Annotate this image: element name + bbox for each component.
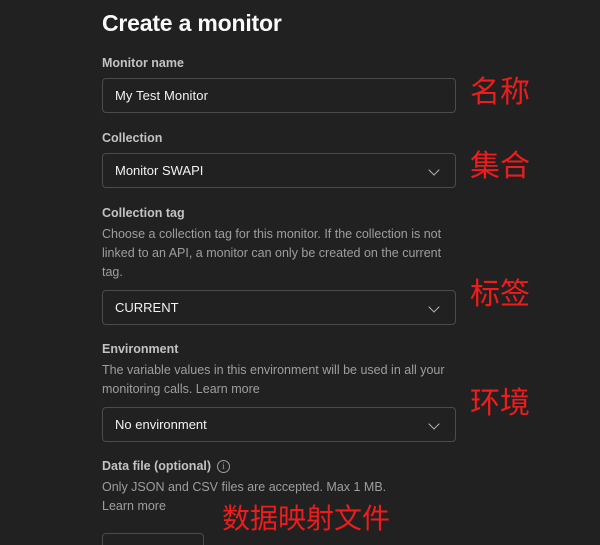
monitor-name-input[interactable] xyxy=(102,78,456,113)
chevron-down-icon xyxy=(429,419,441,431)
annotation-data-file: 数据映射文件 xyxy=(222,502,391,535)
field-environment: Environment The variable values in this … xyxy=(102,341,456,442)
form-content: Create a monitor Monitor name Collection… xyxy=(102,0,456,545)
annotation-name: 名称 xyxy=(470,75,530,110)
environment-selected-value: No environment xyxy=(115,417,207,432)
chevron-down-icon xyxy=(429,302,441,314)
data-file-description-line1: Only JSON and CSV files are accepted. Ma… xyxy=(102,480,387,494)
field-collection: Collection Monitor SWAPI xyxy=(102,130,456,188)
info-circle-icon[interactable]: i xyxy=(217,460,231,473)
monitor-name-label: Monitor name xyxy=(102,56,184,70)
create-monitor-page: Create a monitor Monitor name Collection… xyxy=(0,0,600,545)
field-collection-tag: Collection tag Choose a collection tag f… xyxy=(102,205,456,325)
collection-tag-label: Collection tag xyxy=(102,206,185,220)
collection-label: Collection xyxy=(102,131,163,145)
annotation-collection: 集合 xyxy=(470,149,530,184)
page-title: Create a monitor xyxy=(102,10,282,36)
chevron-down-icon xyxy=(429,165,441,177)
environment-description: The variable values in this environment … xyxy=(102,363,445,396)
collection-selected-value: Monitor SWAPI xyxy=(115,163,204,178)
collection-tag-selected-value: CURRENT xyxy=(115,300,179,315)
environment-label: Environment xyxy=(102,342,179,356)
collection-select[interactable]: Monitor SWAPI xyxy=(102,153,456,188)
environment-select[interactable]: No environment xyxy=(102,407,456,442)
select-file-button[interactable]: Select File xyxy=(102,533,205,545)
collection-tag-select[interactable]: CURRENT xyxy=(102,290,456,325)
annotation-environment: 环境 xyxy=(470,386,530,421)
field-monitor-name: Monitor name xyxy=(102,55,456,113)
data-file-label: Data file (optional) xyxy=(102,459,212,473)
data-file-label-row: Data file (optional) i xyxy=(102,458,456,475)
annotation-tag: 标签 xyxy=(470,277,530,312)
collection-tag-description: Choose a collection tag for this monitor… xyxy=(102,227,442,279)
